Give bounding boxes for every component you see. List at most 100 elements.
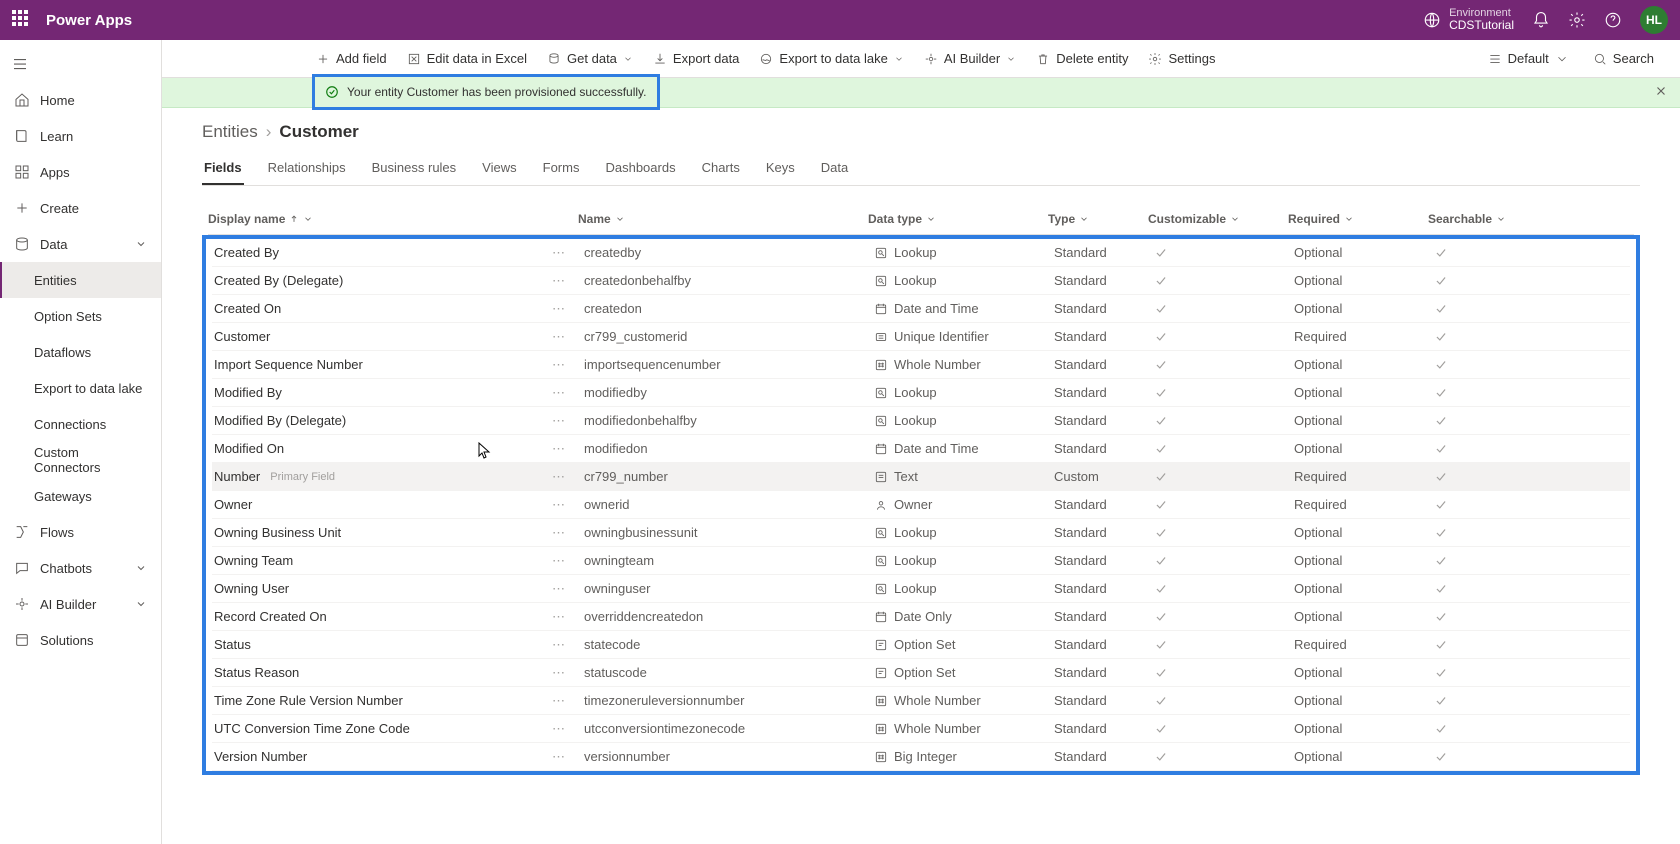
- sidebar-item-solutions[interactable]: Solutions: [0, 622, 161, 658]
- table-row[interactable]: Status Reason ⋯statuscodeOption SetStand…: [212, 659, 1630, 687]
- sidebar-item-ai-builder[interactable]: AI Builder: [0, 586, 161, 622]
- datatype-icon: [874, 386, 888, 400]
- table-row[interactable]: UTC Conversion Time Zone Code ⋯utcconver…: [212, 715, 1630, 743]
- column-required[interactable]: Required: [1288, 212, 1428, 226]
- table-row[interactable]: Modified On ⋯modifiedonDate and TimeStan…: [212, 435, 1630, 463]
- table-row[interactable]: Status ⋯statecodeOption SetStandardRequi…: [212, 631, 1630, 659]
- table-row[interactable]: Time Zone Rule Version Number ⋯timezoner…: [212, 687, 1630, 715]
- tab-fields[interactable]: Fields: [202, 154, 244, 185]
- table-row[interactable]: Created On ⋯createdonDate and TimeStanda…: [212, 295, 1630, 323]
- search-box[interactable]: Search: [1583, 40, 1664, 77]
- environment-picker[interactable]: Environment CDSTutorial: [1423, 8, 1514, 32]
- sidebar-item-data[interactable]: Data: [0, 226, 161, 262]
- table-header: Display name Name Data type Type Customi…: [208, 206, 1634, 235]
- row-more-icon[interactable]: ⋯: [552, 665, 566, 681]
- row-more-icon[interactable]: ⋯: [552, 441, 566, 457]
- row-more-icon[interactable]: ⋯: [552, 525, 566, 541]
- user-avatar[interactable]: HL: [1640, 6, 1668, 34]
- field-type: Standard: [1052, 245, 1152, 260]
- sidebar-item-flows[interactable]: Flows: [0, 514, 161, 550]
- notification-close[interactable]: [1654, 84, 1668, 101]
- sidebar-toggle[interactable]: [0, 46, 40, 82]
- settings-icon[interactable]: [1568, 11, 1586, 29]
- tab-relationships[interactable]: Relationships: [266, 154, 348, 185]
- sidebar-item-custom-connectors[interactable]: Custom Connectors: [0, 442, 161, 478]
- column-data-type[interactable]: Data type: [868, 212, 1048, 226]
- table-row[interactable]: Modified By (Delegate) ⋯modifiedonbehalf…: [212, 407, 1630, 435]
- row-more-icon[interactable]: ⋯: [552, 301, 566, 317]
- notifications-icon[interactable]: [1532, 11, 1550, 29]
- row-more-icon[interactable]: ⋯: [552, 749, 566, 765]
- row-more-icon[interactable]: ⋯: [552, 273, 566, 289]
- cmd-get-data[interactable]: Get data: [537, 40, 643, 77]
- sidebar-item-connections[interactable]: Connections: [0, 406, 161, 442]
- cmd-settings[interactable]: Settings: [1138, 40, 1225, 77]
- row-more-icon[interactable]: ⋯: [552, 413, 566, 429]
- row-more-icon[interactable]: ⋯: [552, 721, 566, 737]
- table-row[interactable]: Owning User ⋯owninguserLookupStandardOpt…: [212, 575, 1630, 603]
- table-row[interactable]: Number Primary Field⋯cr799_numberTextCus…: [212, 463, 1630, 491]
- sidebar-item-export-to-data-lake[interactable]: Export to data lake: [0, 370, 161, 406]
- tab-data[interactable]: Data: [819, 154, 850, 185]
- table-row[interactable]: Owner ⋯owneridOwnerStandardRequired: [212, 491, 1630, 519]
- view-selector[interactable]: Default: [1478, 40, 1579, 77]
- sidebar-item-chatbots[interactable]: Chatbots: [0, 550, 161, 586]
- cmd-add-field[interactable]: Add field: [306, 40, 397, 77]
- column-name[interactable]: Name: [578, 212, 868, 226]
- sidebar-item-gateways[interactable]: Gateways: [0, 478, 161, 514]
- sidebar-item-label: Dataflows: [34, 345, 91, 360]
- table-row[interactable]: Owning Business Unit ⋯owningbusinessunit…: [212, 519, 1630, 547]
- sidebar-item-home[interactable]: Home: [0, 82, 161, 118]
- row-more-icon[interactable]: ⋯: [552, 581, 566, 597]
- sidebar-item-create[interactable]: Create: [0, 190, 161, 226]
- column-customizable[interactable]: Customizable: [1148, 212, 1288, 226]
- row-more-icon[interactable]: ⋯: [552, 553, 566, 569]
- breadcrumb-root[interactable]: Entities: [202, 122, 258, 142]
- tab-business-rules[interactable]: Business rules: [370, 154, 459, 185]
- tab-dashboards[interactable]: Dashboards: [603, 154, 677, 185]
- help-icon[interactable]: [1604, 11, 1622, 29]
- row-more-icon[interactable]: ⋯: [552, 693, 566, 709]
- row-more-icon[interactable]: ⋯: [552, 329, 566, 345]
- row-more-icon[interactable]: ⋯: [552, 469, 566, 485]
- tab-views[interactable]: Views: [480, 154, 518, 185]
- app-launcher-icon[interactable]: [12, 10, 32, 30]
- column-display-name[interactable]: Display name: [208, 212, 578, 226]
- cmd-edit-data-in-excel[interactable]: Edit data in Excel: [397, 40, 537, 77]
- cmd-ai-builder[interactable]: AI Builder: [914, 40, 1026, 77]
- field-name: cr799_customerid: [582, 329, 872, 344]
- table-row[interactable]: Customer ⋯cr799_customeridUnique Identif…: [212, 323, 1630, 351]
- table-row[interactable]: Version Number ⋯versionnumberBig Integer…: [212, 743, 1630, 771]
- field-required: Optional: [1292, 525, 1432, 540]
- table-row[interactable]: Record Created On ⋯overriddencreatedonDa…: [212, 603, 1630, 631]
- row-more-icon[interactable]: ⋯: [552, 497, 566, 513]
- cmd-delete-entity[interactable]: Delete entity: [1026, 40, 1138, 77]
- table-row[interactable]: Created By ⋯createdbyLookupStandardOptio…: [212, 239, 1630, 267]
- sidebar-item-entities[interactable]: Entities: [0, 262, 161, 298]
- column-type[interactable]: Type: [1048, 212, 1148, 226]
- field-name: createdon: [582, 301, 872, 316]
- cmd-export-data[interactable]: Export data: [643, 40, 750, 77]
- column-searchable[interactable]: Searchable: [1428, 212, 1508, 226]
- table-row[interactable]: Created By (Delegate) ⋯createdonbehalfby…: [212, 267, 1630, 295]
- sidebar-item-apps[interactable]: Apps: [0, 154, 161, 190]
- row-more-icon[interactable]: ⋯: [552, 637, 566, 653]
- field-type: Standard: [1052, 721, 1152, 736]
- table-row[interactable]: Owning Team ⋯owningteamLookupStandardOpt…: [212, 547, 1630, 575]
- table-row[interactable]: Modified By ⋯modifiedbyLookupStandardOpt…: [212, 379, 1630, 407]
- cmd-export-to-data-lake[interactable]: Export to data lake: [749, 40, 913, 77]
- tab-forms[interactable]: Forms: [541, 154, 582, 185]
- row-more-icon[interactable]: ⋯: [552, 245, 566, 261]
- table-row[interactable]: Import Sequence Number ⋯importsequencenu…: [212, 351, 1630, 379]
- row-more-icon[interactable]: ⋯: [552, 385, 566, 401]
- row-more-icon[interactable]: ⋯: [552, 357, 566, 373]
- sidebar-item-dataflows[interactable]: Dataflows: [0, 334, 161, 370]
- tab-charts[interactable]: Charts: [700, 154, 742, 185]
- primary-field-tag: Primary Field: [266, 470, 339, 484]
- field-required: Optional: [1292, 581, 1432, 596]
- tab-keys[interactable]: Keys: [764, 154, 797, 185]
- row-more-icon[interactable]: ⋯: [552, 609, 566, 625]
- sidebar-item-learn[interactable]: Learn: [0, 118, 161, 154]
- field-required: Optional: [1292, 553, 1432, 568]
- sidebar-item-option-sets[interactable]: Option Sets: [0, 298, 161, 334]
